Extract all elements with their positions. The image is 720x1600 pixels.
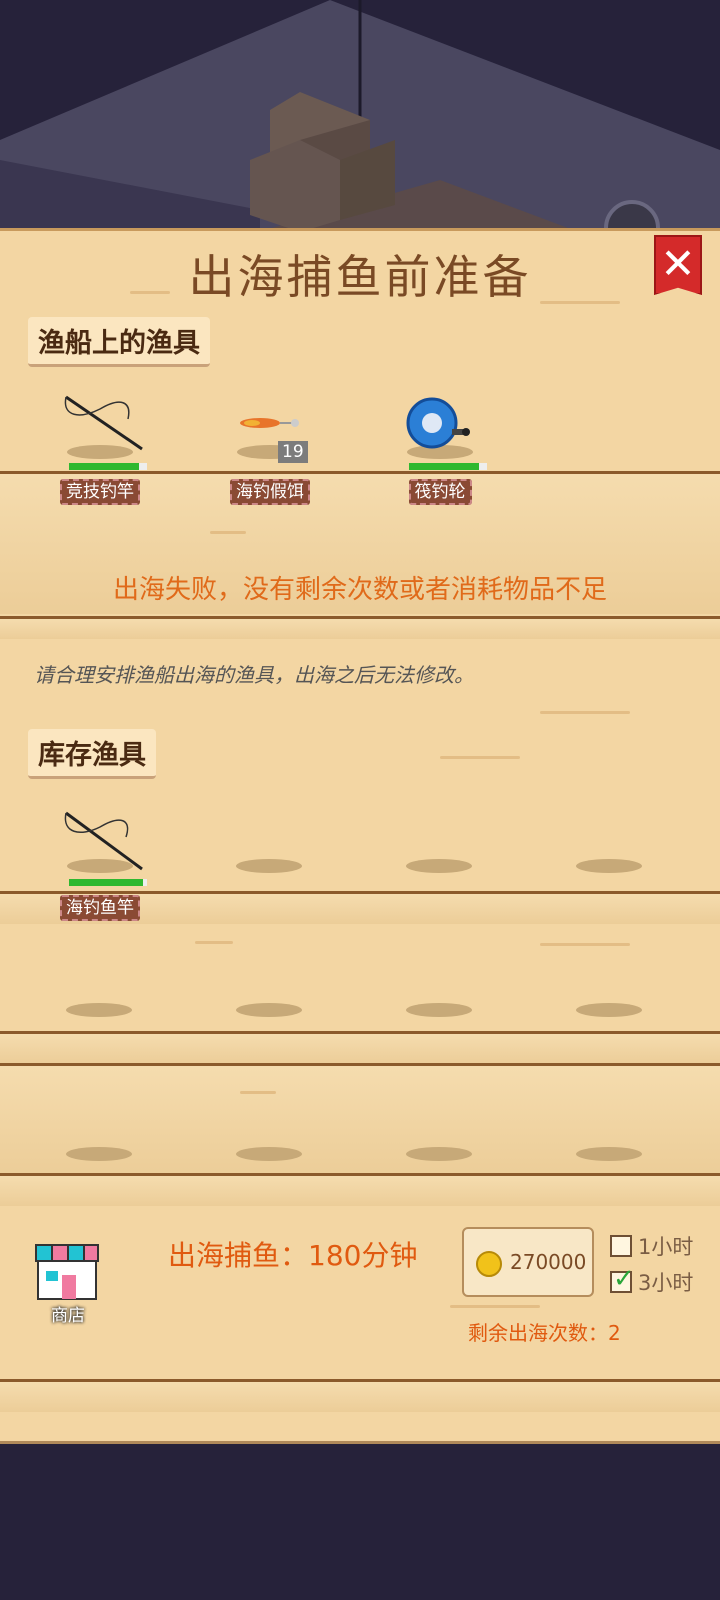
coin-icon bbox=[476, 1251, 502, 1277]
checkbox[interactable]: ✓ bbox=[610, 1264, 635, 1294]
wood-grain bbox=[195, 941, 233, 944]
fishing-reel-icon bbox=[406, 397, 470, 449]
panel-title: 出海捕鱼前准备 bbox=[188, 250, 532, 304]
prepare-panel: 出海捕鱼前准备 ✕ 渔船上的渔具 竞技钓竿 19 海钓假饵 筏钓轮 出海失败，没… bbox=[0, 228, 720, 1444]
item-label: 海钓假饵 bbox=[210, 477, 330, 505]
item-label: 筏钓轮 bbox=[380, 477, 500, 505]
wood-grain bbox=[240, 1091, 276, 1094]
fishing-rod-icon bbox=[64, 395, 143, 451]
close-icon[interactable]: ✕ bbox=[660, 239, 695, 288]
empty-slot[interactable] bbox=[576, 1003, 642, 1017]
empty-slot[interactable] bbox=[236, 1003, 302, 1017]
duration-text: 出海捕鱼：180分钟 bbox=[168, 1239, 418, 1272]
price-value: 270000 bbox=[510, 1250, 587, 1274]
durability-bar bbox=[69, 463, 147, 470]
shop-label[interactable]: 商店 bbox=[28, 1301, 108, 1326]
empty-slot[interactable] bbox=[406, 859, 472, 873]
fail-message: 出海失败，没有剩余次数或者消耗物品不足 bbox=[112, 575, 607, 605]
start-fishing-button[interactable]: 270000 bbox=[462, 1227, 594, 1297]
item-count: 19 bbox=[278, 441, 308, 463]
option-label: 1小时 bbox=[638, 1235, 694, 1259]
empty-slot[interactable] bbox=[406, 1003, 472, 1017]
durability-bar bbox=[69, 879, 147, 886]
item-label: 海钓鱼竿 bbox=[40, 893, 160, 921]
durability-bar bbox=[409, 463, 487, 470]
remaining-trips: 剩余出海次数：2 bbox=[468, 1321, 621, 1345]
wood-grain bbox=[210, 531, 246, 534]
boat-gear-title: 渔船上的渔具 bbox=[28, 317, 210, 367]
empty-slot[interactable] bbox=[576, 859, 642, 873]
fishing-rod-icon bbox=[64, 811, 143, 871]
check-icon: ✓ bbox=[613, 1264, 635, 1294]
room-background bbox=[0, 0, 720, 240]
option-3-hours[interactable]: ✓ 3小时 bbox=[610, 1264, 694, 1297]
option-1-hour[interactable]: 1小时 bbox=[610, 1231, 693, 1261]
inventory-title: 库存渔具 bbox=[28, 729, 156, 779]
wood-grain bbox=[450, 1305, 540, 1308]
close-button[interactable]: ✕ bbox=[654, 235, 702, 295]
plank bbox=[0, 1379, 720, 1412]
boat-gear-slot[interactable]: 竞技钓竿 bbox=[40, 381, 160, 505]
lure-icon bbox=[240, 418, 299, 428]
empty-slot[interactable] bbox=[66, 1003, 132, 1017]
tip-text: 请合理安排渔船出海的渔具，出海之后无法修改。 bbox=[34, 663, 474, 687]
shop-icon[interactable] bbox=[32, 1241, 102, 1303]
empty-slot[interactable] bbox=[66, 1147, 132, 1161]
empty-slot[interactable] bbox=[576, 1147, 642, 1161]
empty-slot[interactable] bbox=[406, 1147, 472, 1161]
plank bbox=[0, 1173, 720, 1206]
inventory-slot[interactable]: 海钓鱼竿 bbox=[40, 801, 160, 921]
item-label: 竞技钓竿 bbox=[40, 477, 160, 505]
checkbox[interactable] bbox=[610, 1235, 632, 1257]
option-label: 3小时 bbox=[638, 1271, 694, 1295]
wood-grain bbox=[440, 756, 520, 759]
boat-gear-slot[interactable]: 筏钓轮 bbox=[380, 381, 500, 505]
boat-gear-slot[interactable]: 19 海钓假饵 bbox=[210, 381, 330, 505]
plank bbox=[0, 616, 720, 639]
wood-grain bbox=[540, 943, 630, 946]
empty-slot[interactable] bbox=[236, 859, 302, 873]
empty-slot[interactable] bbox=[236, 1147, 302, 1161]
plank bbox=[0, 1031, 720, 1064]
shop-button[interactable]: 商店 bbox=[28, 1241, 108, 1327]
wood-grain bbox=[540, 711, 630, 714]
